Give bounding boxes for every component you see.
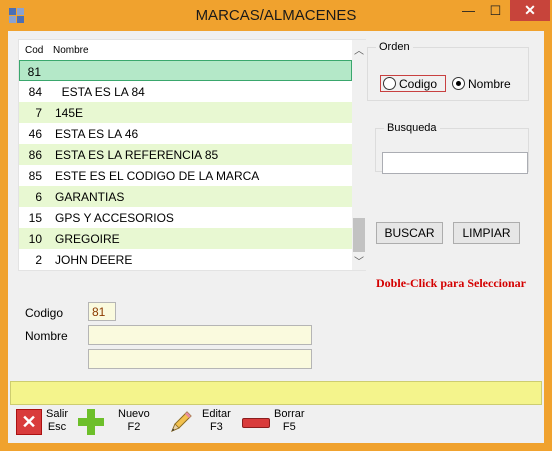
nuevo-label: Nuevo F2 — [118, 408, 150, 433]
sort-nombre-radio[interactable]: Nombre — [452, 75, 511, 92]
sort-codigo-label: Codigo — [399, 76, 438, 91]
editar-button[interactable]: Editar F3 — [168, 405, 234, 441]
client-area: Cod Nombre 81 84 ESTA ES LA 84 7 145E 46 — [8, 31, 544, 443]
salir-label: Salir Esc — [46, 408, 69, 433]
table-row[interactable]: 81 — [19, 60, 352, 81]
column-header-cod[interactable]: Cod — [25, 45, 43, 56]
table-row[interactable]: 84 ESTA ES LA 84 — [19, 81, 352, 102]
search-input[interactable] — [382, 152, 528, 174]
codigo-field[interactable]: 81 — [88, 302, 116, 321]
cell-nombre: ESTA ES LA 46 — [55, 127, 139, 141]
brands-grid[interactable]: Cod Nombre 81 84 ESTA ES LA 84 7 145E 46 — [18, 39, 366, 271]
radio-off-icon — [383, 77, 396, 90]
grid-scrollbar[interactable]: ︿ ﹀ — [352, 40, 366, 270]
cell-nombre: GREGOIRE — [55, 232, 120, 246]
table-row[interactable]: 85 ESTE ES EL CODIGO DE LA MARCA — [19, 165, 352, 186]
cell-nombre: GPS Y ACCESORIOS — [55, 211, 174, 225]
busqueda-legend: Busqueda — [387, 122, 437, 134]
cell-cod: 7 — [35, 106, 42, 120]
salir-button[interactable]: ✕ Salir Esc — [16, 405, 76, 441]
table-row[interactable]: 46 ESTA ES LA 46 — [19, 123, 352, 144]
bottom-toolbar: ✕ Salir Esc Nuevo F2 Editar F3 Borrar F5 — [8, 405, 544, 443]
codigo-label: Codigo — [25, 306, 64, 320]
maximize-button[interactable]: ☐ — [482, 0, 509, 21]
cell-nombre: ESTA ES LA 84 — [55, 85, 145, 99]
close-x-icon: ✕ — [16, 409, 42, 435]
cell-nombre: 145E — [55, 106, 84, 120]
sort-codigo-radio[interactable]: Codigo — [380, 75, 446, 92]
minus-icon — [242, 409, 270, 435]
table-row[interactable]: 7 145E — [19, 102, 352, 123]
cell-cod: 84 — [28, 85, 42, 99]
table-row[interactable]: 6 GARANTIAS — [19, 186, 352, 207]
minimize-button[interactable]: — — [455, 0, 482, 21]
status-bar — [10, 381, 542, 405]
cell-cod: 46 — [28, 127, 42, 141]
close-button[interactable]: ✕ — [510, 0, 550, 21]
orden-group: Orden Codigo Nombre — [367, 41, 529, 101]
table-row[interactable]: 10 GREGOIRE — [19, 228, 352, 249]
busqueda-group: Busqueda — [375, 122, 529, 174]
pencil-icon — [171, 411, 192, 432]
table-row[interactable]: 2 JOHN DEERE — [19, 249, 352, 270]
grid-header: Cod Nombre — [19, 40, 352, 60]
cell-nombre: ESTE ES EL CODIGO DE LA MARCA — [55, 169, 260, 183]
select-hint: Doble-Click para Seleccionar — [376, 276, 526, 290]
plus-icon — [78, 409, 104, 435]
nombre-extra-field[interactable] — [88, 349, 312, 369]
buscar-button[interactable]: BUSCAR — [376, 222, 443, 244]
radio-on-icon — [452, 77, 465, 90]
orden-legend: Orden — [379, 41, 410, 53]
chevron-up-icon[interactable]: ︿ — [352, 42, 366, 57]
cell-nombre: ESTA ES LA REFERENCIA 85 — [55, 148, 219, 162]
cell-nombre: JOHN DEERE — [55, 253, 133, 267]
nombre-label: Nombre — [25, 329, 68, 343]
app-window: MARCAS/ALMACENES — ☐ ✕ Cod Nombre 81 84 … — [0, 0, 552, 451]
chevron-down-icon[interactable]: ﹀ — [352, 253, 366, 268]
column-header-nombre[interactable]: Nombre — [53, 45, 89, 56]
cell-cod: 81 — [27, 65, 41, 79]
cell-cod: 86 — [28, 148, 42, 162]
nombre-field[interactable] — [88, 325, 312, 345]
sort-nombre-label: Nombre — [468, 76, 511, 91]
limpiar-button[interactable]: LIMPIAR — [453, 222, 520, 244]
grid-rows: 81 84 ESTA ES LA 84 7 145E 46 ESTA ES LA… — [19, 60, 352, 270]
table-row[interactable]: 86 ESTA ES LA REFERENCIA 85 — [19, 144, 352, 165]
cell-cod: 85 — [28, 169, 42, 183]
borrar-label: Borrar F5 — [274, 408, 305, 433]
cell-cod: 15 — [28, 211, 42, 225]
table-row[interactable]: 15 GPS Y ACCESORIOS — [19, 207, 352, 228]
cell-cod: 10 — [28, 232, 42, 246]
cell-cod: 6 — [35, 190, 42, 204]
editar-label: Editar F3 — [202, 408, 231, 433]
cell-nombre: GARANTIAS — [55, 190, 125, 204]
cell-cod: 2 — [35, 253, 42, 267]
nuevo-button[interactable]: Nuevo F2 — [78, 405, 150, 441]
scrollbar-thumb[interactable] — [353, 218, 365, 252]
borrar-button[interactable]: Borrar F5 — [242, 405, 312, 441]
title-bar[interactable]: MARCAS/ALMACENES — ☐ ✕ — [0, 0, 552, 31]
